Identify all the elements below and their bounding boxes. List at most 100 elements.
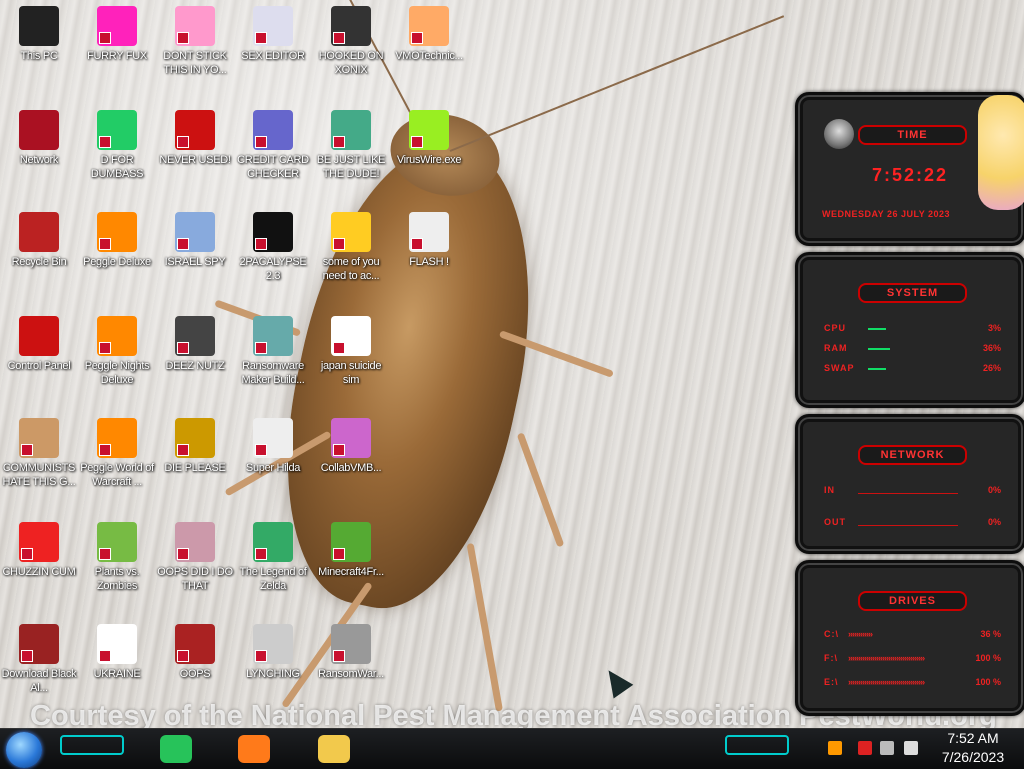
desktop-icon[interactable]: DEEZ NUTZ: [156, 316, 234, 373]
network-graph: [858, 493, 958, 494]
app-icon: [331, 418, 371, 458]
shortcut-arrow-icon: [99, 548, 111, 560]
desktop-icon[interactable]: OOPS: [156, 624, 234, 681]
shortcut-arrow-icon: [21, 650, 33, 662]
alien-logo-icon: [824, 119, 854, 149]
network-row-value: 0%: [987, 517, 1001, 527]
desktop-icon-label: UKRAINE: [93, 668, 141, 680]
desktop-icon[interactable]: OOPS DID I DO THAT: [156, 522, 234, 593]
desktop-icon[interactable]: Download Black Al...: [0, 624, 78, 695]
app-icon: [97, 522, 137, 562]
desktop-icon[interactable]: UKRAINE: [78, 624, 156, 681]
desktop-icon[interactable]: SEX EDITOR: [234, 6, 312, 63]
desktop-icon-label: Peggle World of Warcraft ...: [80, 462, 154, 488]
app-icon: [97, 212, 137, 252]
desktop-icon[interactable]: Control Panel: [0, 316, 78, 373]
app-icon: [331, 110, 371, 150]
drives-title: DRIVES: [858, 591, 967, 611]
system-title: SYSTEM: [858, 283, 967, 303]
desktop-icon[interactable]: NEVER USED!: [156, 110, 234, 167]
app-icon: [97, 316, 137, 356]
shortcut-arrow-icon: [255, 650, 267, 662]
desktop-icon[interactable]: Peggle World of Warcraft ...: [78, 418, 156, 489]
desktop-icon[interactable]: DIE PLEASE: [156, 418, 234, 475]
desktop-icon[interactable]: RansomWar...: [312, 624, 390, 681]
desktop-icon[interactable]: CHUZZIN CUM: [0, 522, 78, 579]
network-graph: [858, 525, 958, 526]
drive-row-value: 36 %: [980, 629, 1001, 639]
desktop-icon[interactable]: FURRY FUX: [78, 6, 156, 63]
desktop-icon[interactable]: The Legend of Zelda: [234, 522, 312, 593]
desktop-icon[interactable]: ISRAEL SPY: [156, 212, 234, 269]
desktop-icon-label: DONT STICK THIS IN YO...: [163, 50, 227, 76]
desktop-icon[interactable]: CREDIT CARD CHECKER: [234, 110, 312, 181]
desktop-icon[interactable]: VMOTechnic...: [390, 6, 468, 63]
shortcut-arrow-icon: [21, 548, 33, 560]
shortcut-arrow-icon: [99, 342, 111, 354]
desktop-icon[interactable]: Minecraft4Fr...: [312, 522, 390, 579]
time-date: WEDNESDAY 26 JULY 2023: [822, 209, 951, 219]
desktop-icon[interactable]: Plants vs. Zombies: [78, 522, 156, 593]
desktop-icon[interactable]: Recycle Bin: [0, 212, 78, 269]
network-title: NETWORK: [858, 445, 967, 465]
app-icon: [175, 522, 215, 562]
start-orb-icon[interactable]: [6, 732, 42, 768]
network-icon[interactable]: [880, 741, 894, 755]
taskbar-clock[interactable]: 7:52 AM 7/26/2023: [928, 729, 1018, 767]
app-icon: [175, 6, 215, 46]
app-icon: [19, 624, 59, 664]
shortcut-arrow-icon: [99, 650, 111, 662]
volume-icon[interactable]: [904, 741, 918, 755]
desktop-icon[interactable]: FLASH !: [390, 212, 468, 269]
file-explorer-icon[interactable]: [318, 735, 350, 763]
security-flag-icon[interactable]: [858, 741, 872, 755]
drive-row-label: F:\: [824, 653, 838, 663]
desktop-icon[interactable]: Super Hilda: [234, 418, 312, 475]
desktop-icon-label: Peggle Nights Deluxe: [84, 360, 150, 386]
desktop-icon-label: VirusWire.exe: [396, 154, 462, 166]
desktop-icon[interactable]: Ransomware Maker Build...: [234, 316, 312, 387]
desktop-icon-label: some of you need to ac...: [322, 256, 380, 282]
desktop-icon[interactable]: 2PACALYPSE 2.3: [234, 212, 312, 283]
desktop-icon-label: Plants vs. Zombies: [94, 566, 140, 592]
desktop-icon[interactable]: LYNCHING: [234, 624, 312, 681]
app-icon: [253, 110, 293, 150]
drive-row-value: 100 %: [975, 677, 1001, 687]
shortcut-arrow-icon: [177, 650, 189, 662]
app-icon: [331, 522, 371, 562]
desktop-icon[interactable]: Peggle Deluxe: [78, 212, 156, 269]
shortcut-arrow-icon: [177, 238, 189, 250]
desktop-icon-label: The Legend of Zelda: [239, 566, 307, 592]
desktop-icon[interactable]: CollabVMB...: [312, 418, 390, 475]
shortcut-arrow-icon: [99, 136, 111, 148]
leg: [466, 542, 503, 712]
desktop-icon-label: FURRY FUX: [87, 50, 147, 62]
desktop-icon[interactable]: This PC: [0, 6, 78, 63]
desktop-icon-label: FLASH !: [409, 256, 449, 268]
desktop-icon[interactable]: BE JUST LIKE THE DUDE!: [312, 110, 390, 181]
shortcut-arrow-icon: [99, 238, 111, 250]
shortcut-arrow-icon: [333, 342, 345, 354]
desktop-icon[interactable]: Network: [0, 110, 78, 167]
app-icon: [409, 110, 449, 150]
desktop-icon[interactable]: HOOKED ON XONIX: [312, 6, 390, 77]
app-icon: [175, 418, 215, 458]
desktop-icon[interactable]: some of you need to ac...: [312, 212, 390, 283]
app-icon: [19, 6, 59, 46]
flag-icon[interactable]: [828, 741, 842, 755]
desktop-icon[interactable]: Peggle Nights Deluxe: [78, 316, 156, 387]
desktop-icon[interactable]: japan suicide sim: [312, 316, 390, 387]
taskbar: 7:52 AM 7/26/2023: [0, 728, 1024, 769]
desktop-icon[interactable]: COMMUNISTS HATE THIS G...: [0, 418, 78, 489]
desktop-icon[interactable]: VirusWire.exe: [390, 110, 468, 167]
shortcut-arrow-icon: [177, 136, 189, 148]
shortcut-arrow-icon: [255, 136, 267, 148]
desktop-icon[interactable]: DONT STICK THIS IN YO...: [156, 6, 234, 77]
firefox-icon[interactable]: [238, 735, 270, 763]
app-icon: [19, 418, 59, 458]
app-icon: [175, 316, 215, 356]
notes-app-icon[interactable]: [160, 735, 192, 763]
desktop-icon-label: Download Black Al...: [1, 668, 77, 694]
app-icon: [253, 522, 293, 562]
desktop-icon[interactable]: D FOR DUMBASS: [78, 110, 156, 181]
